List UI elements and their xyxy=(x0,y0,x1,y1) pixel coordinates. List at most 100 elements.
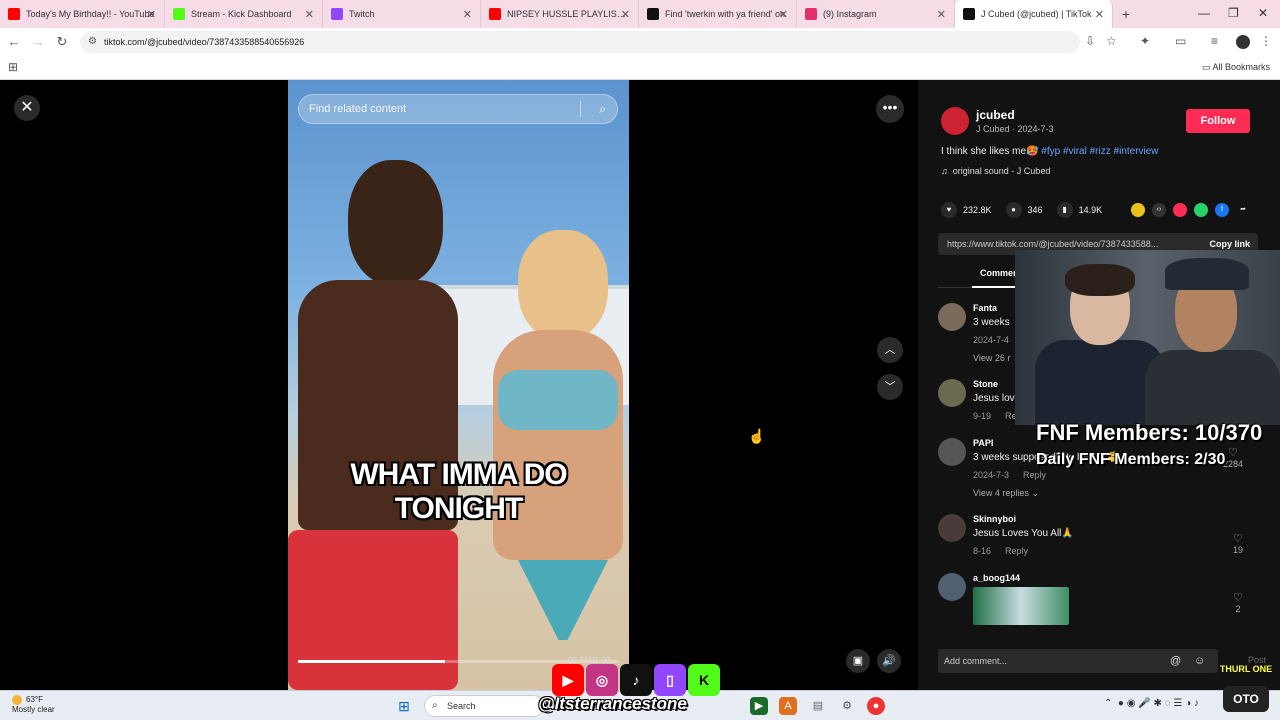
sidebar-icon[interactable]: ▭ xyxy=(1175,34,1186,48)
tab-label: Today's My Birthday!! - YouTube xyxy=(26,9,155,19)
forward-icon[interactable]: → xyxy=(26,34,50,49)
windows-start-icon[interactable]: ⊞ xyxy=(395,697,413,715)
tab-twitch[interactable]: Twitch ✕ xyxy=(323,0,481,28)
bookmarks-bar: ⊞ ▭ All Bookmarks xyxy=(0,56,1280,80)
apps-grid-icon[interactable]: ⊞ xyxy=(8,60,18,74)
media-controls-icon[interactable]: ≡ xyxy=(1211,34,1218,48)
hashtag-links[interactable]: #fyp #viral #rizz #interview xyxy=(1041,146,1158,157)
comment-date: 2024-7-4 xyxy=(973,335,1010,345)
kick-icon xyxy=(173,8,185,20)
facebook-icon[interactable]: f xyxy=(1215,203,1229,217)
send-icon[interactable] xyxy=(1173,203,1187,217)
oto-label: OTO xyxy=(1223,686,1269,712)
profile-avatar[interactable] xyxy=(1236,35,1250,49)
close-tab-icon[interactable]: ✕ xyxy=(463,8,472,21)
author-avatar[interactable] xyxy=(941,107,969,135)
app-icon[interactable]: A xyxy=(779,697,797,715)
commenter-name[interactable]: PAPI xyxy=(973,438,993,448)
whatsapp-icon[interactable] xyxy=(1194,203,1208,217)
heart-icon[interactable]: ♥ xyxy=(941,202,957,218)
back-icon[interactable]: ← xyxy=(2,34,26,49)
mention-icon[interactable]: @ xyxy=(1170,649,1181,673)
view-replies-link[interactable]: View 4 replies ⌄ xyxy=(973,488,1039,499)
url-bar[interactable]: ⚙ tiktok.com/@jcubed/video/7387433588540… xyxy=(80,31,1080,53)
share-arrow-icon[interactable]: ➦ xyxy=(1236,203,1250,217)
bookmark-star-icon[interactable]: ☆ xyxy=(1106,34,1117,48)
all-bookmarks-button[interactable]: ▭ All Bookmarks xyxy=(1202,62,1270,73)
tab-instagram[interactable]: (9) Instagram ✕ xyxy=(797,0,955,28)
system-tray[interactable]: ⌃ ● ◉ 🎤 ✱ ◌ ☰ ◑ ♪ xyxy=(1104,698,1199,709)
restore-icon[interactable]: ❐ xyxy=(1228,6,1239,20)
find-related-search[interactable]: Find related content ⌕ xyxy=(298,94,618,124)
comment-like[interactable]: ♡ 19 xyxy=(1233,532,1243,555)
comment-image[interactable] xyxy=(973,587,1069,625)
commenter-name[interactable]: a_boog144 xyxy=(973,573,1020,583)
menu-kebab-icon[interactable]: ⋮ xyxy=(1260,34,1272,48)
minimize-icon[interactable]: — xyxy=(1198,6,1210,20)
comment-like[interactable]: ♡ 2284 xyxy=(1223,446,1243,469)
weather-widget[interactable]: 63°F Mostly clear xyxy=(12,695,55,715)
person-bottom xyxy=(518,560,608,640)
commenter-avatar[interactable] xyxy=(938,514,966,542)
comment-icon[interactable]: ● xyxy=(1005,202,1022,218)
tab-kick-dashboard[interactable]: Stream - Kick Dashboard ✕ xyxy=(165,0,323,28)
volume-button[interactable]: 🔊 xyxy=(877,649,901,673)
miniplayer-button[interactable]: ▣ xyxy=(846,649,870,673)
view-replies-link[interactable]: View 26 r xyxy=(973,353,1010,363)
chrome-icon[interactable]: ● xyxy=(867,697,885,715)
search-icon: ⌕ xyxy=(432,700,438,711)
tab-nipsey-playlist[interactable]: NIPSEY HUSSLE PLAYLIST I THE ✕ xyxy=(481,0,639,28)
close-tab-icon[interactable]: ✕ xyxy=(621,8,630,21)
close-video-button[interactable]: ✕ xyxy=(14,95,40,121)
add-comment-input[interactable]: Add comment... @ ☺ xyxy=(938,649,1218,673)
settings-icon[interactable]: ⚙ xyxy=(838,697,856,715)
share-icons: ‹› f ➦ xyxy=(1131,203,1257,217)
close-tab-icon[interactable]: ✕ xyxy=(147,8,156,21)
comment-like[interactable]: ♡ 2 xyxy=(1233,591,1243,614)
comment-text: 3 weeks xyxy=(973,317,1010,328)
follow-button[interactable]: Follow xyxy=(1186,109,1250,133)
comment-meta: 2024-7-3 Reply xyxy=(973,470,1046,480)
tab-label: (9) Instagram xyxy=(823,9,877,19)
embed-icon[interactable]: ‹› xyxy=(1152,203,1166,217)
tab-tiktok-jcubed[interactable]: J Cubed (@jcubed) | TikTok ✕ xyxy=(955,0,1113,28)
commenter-avatar[interactable] xyxy=(938,303,966,331)
comment-text: Jesus Loves You All🙏 xyxy=(973,528,1074,539)
commenter-avatar[interactable] xyxy=(938,379,966,407)
reload-icon[interactable]: ↻ xyxy=(50,34,74,50)
close-tab-icon[interactable]: ✕ xyxy=(1095,8,1104,21)
sound-link[interactable]: ♫ original sound - J Cubed xyxy=(941,166,1050,176)
new-tab-button[interactable]: + xyxy=(1113,6,1139,22)
commenter-name[interactable]: Stone xyxy=(973,379,998,389)
bookmark-icon[interactable]: ▮ xyxy=(1056,202,1073,218)
tiktok-icon xyxy=(963,8,975,20)
site-info-icon[interactable]: ⚙ xyxy=(88,31,97,53)
reply-button[interactable]: Reply xyxy=(1005,546,1028,556)
app-icon[interactable]: ▤ xyxy=(809,697,827,715)
more-options-button[interactable]: ••• xyxy=(876,95,904,123)
close-tab-icon[interactable]: ✕ xyxy=(937,8,946,21)
window-close-icon[interactable]: ✕ xyxy=(1258,6,1268,20)
close-tab-icon[interactable]: ✕ xyxy=(779,8,788,21)
commenter-name[interactable]: Fanta xyxy=(973,303,997,313)
previous-video-button[interactable]: ︿ xyxy=(877,337,903,363)
search-icon[interactable]: ⌕ xyxy=(599,95,606,123)
commenter-avatar[interactable] xyxy=(938,438,966,466)
next-video-button[interactable]: ﹀ xyxy=(877,374,903,400)
video-viewer: ✕ Find related content ⌕ WHAT IMMA DO TO… xyxy=(0,80,918,690)
video-person-left xyxy=(288,160,458,690)
emoji-icon[interactable]: ☺ xyxy=(1194,649,1205,673)
commenter-name[interactable]: Skinnyboi xyxy=(973,514,1016,524)
extensions-icon[interactable]: ✦ xyxy=(1140,34,1150,48)
tab-youtube-birthday[interactable]: Today's My Birthday!! - YouTube ✕ xyxy=(0,0,165,28)
app-icon[interactable]: ▶ xyxy=(750,697,768,715)
video-player[interactable]: Find related content ⌕ WHAT IMMA DO TONI… xyxy=(288,80,629,690)
reply-button[interactable]: Reply xyxy=(1023,470,1046,480)
tab-tiktok-search[interactable]: Find 'twerkin with ya friend' on ✕ xyxy=(639,0,797,28)
share-friends-icon[interactable] xyxy=(1131,203,1145,217)
close-tab-icon[interactable]: ✕ xyxy=(305,8,314,21)
install-icon[interactable]: ⇩ xyxy=(1085,34,1095,48)
commenter-avatar[interactable] xyxy=(938,573,966,601)
taskbar-search[interactable]: ⌕ Search xyxy=(424,695,544,717)
author-username[interactable]: jcubed xyxy=(976,108,1015,122)
